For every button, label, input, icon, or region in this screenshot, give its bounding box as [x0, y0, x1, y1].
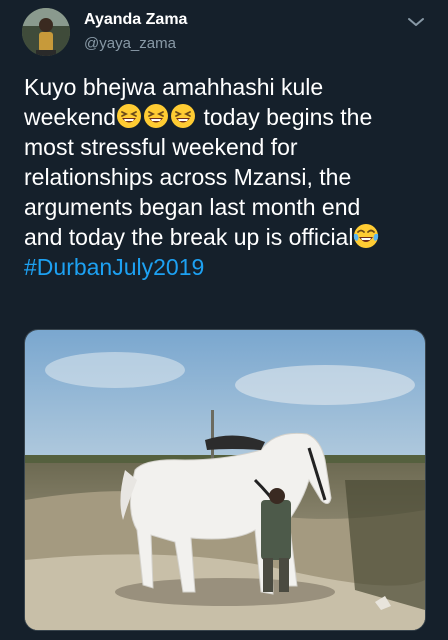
tweet-line: weekend today begins the [24, 102, 424, 132]
tweet-header: Ayanda Zama @yaya_zama [0, 0, 448, 64]
hashtag-link[interactable]: #DurbanJuly2019 [24, 252, 424, 282]
tweet-line: Kuyo bhejwa amahhashi kule [24, 74, 324, 100]
face-with-tears-of-joy-icon [354, 224, 379, 248]
chevron-down-icon[interactable] [404, 10, 428, 34]
tweet-media-image[interactable] [24, 329, 426, 631]
tweet-text-segment: and today the break up is official [24, 224, 354, 250]
tweet-text-segment: weekend [24, 104, 117, 130]
tweet-line: and today the break up is official [24, 222, 424, 252]
tweet-text: Kuyo bhejwa amahhashi kule weekend today… [24, 72, 424, 282]
grinning-squinting-face-icon [171, 104, 196, 128]
avatar-image [22, 8, 70, 56]
horse-photo [25, 330, 425, 630]
user-handle[interactable]: @yaya_zama [84, 35, 176, 52]
tweet-card: Ayanda Zama @yaya_zama Kuyo bhejwa amahh… [0, 0, 448, 640]
tweet-line: most stressful weekend for [24, 134, 298, 160]
avatar[interactable] [22, 8, 70, 56]
grinning-squinting-face-icon [144, 104, 169, 128]
display-name[interactable]: Ayanda Zama [84, 11, 187, 29]
tweet-line: relationships across Mzansi, the [24, 164, 352, 190]
tweet-line: arguments began last month end [24, 194, 361, 220]
tweet-text-segment: today begins the [197, 104, 373, 130]
grinning-squinting-face-icon [117, 104, 142, 128]
